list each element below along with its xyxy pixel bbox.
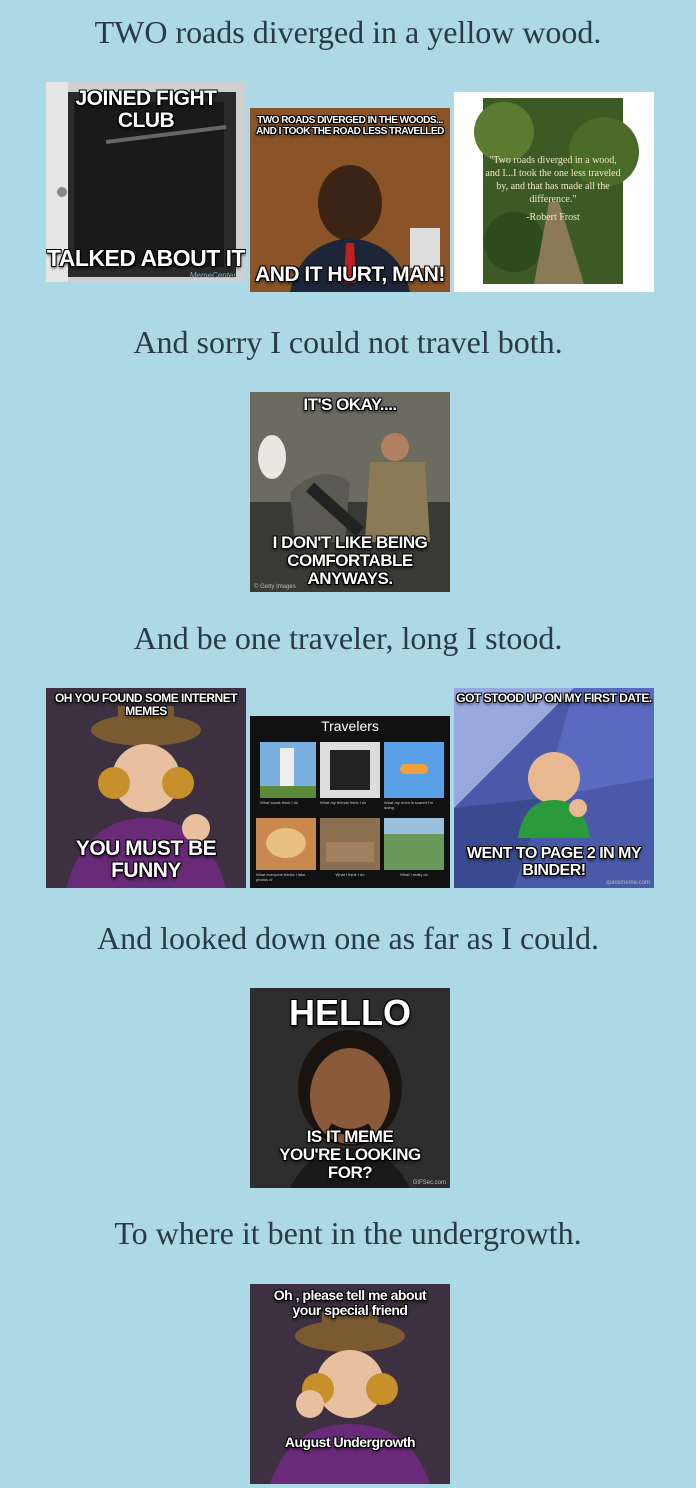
watermark: © Getty Images — [254, 584, 296, 590]
wonka-meme[interactable]: OH YOU FOUND SOME INTERNET MEMES YOU MUS… — [46, 688, 246, 888]
meme-bottom-text: YOU MUST BE FUNNY — [75, 836, 217, 882]
quote-author: -Robert Frost — [526, 212, 580, 223]
travelers-meme[interactable]: Travelers What locals think I do What my… — [250, 716, 450, 888]
plane-meme[interactable]: IT'S OKAY.... I DON'T LIKE BEING COMFORT… — [250, 392, 450, 592]
poem-line-5: To where it bent in the undergrowth. — [114, 1215, 582, 1251]
poem-line-2: And sorry I could not travel both. — [133, 324, 563, 360]
panel-label: What I think I do — [335, 872, 365, 877]
travelers-title: Travelers — [321, 718, 379, 734]
travel-photo — [256, 818, 316, 870]
meme-top-text: HELLO — [289, 992, 411, 1033]
poem-line-4: And looked down one as far as I could. — [96, 920, 600, 956]
quote-text: "Two roads diverged in a wood, and I...I… — [485, 155, 621, 205]
kid-president-meme[interactable]: TWO ROADS DIVERGED IN THE WOODS... AND I… — [250, 108, 450, 292]
meme-top-text: OH YOU FOUND SOME INTERNET MEMES — [54, 691, 238, 718]
fight-club-meme[interactable]: JOINED FIGHT CLUB TALKED ABOUT IT MemeCe… — [46, 82, 246, 282]
meme-bottom-text: TALKED ABOUT IT — [46, 244, 246, 271]
meme-top-text: IT'S OKAY.... — [303, 395, 397, 414]
meme-bottom-text: I DON'T LIKE BEING COMFORTABLE ANYWAYS. — [272, 533, 428, 589]
travel-photo — [260, 742, 316, 798]
frost-quote-image[interactable]: "Two roads diverged in a wood, and I...I… — [454, 92, 654, 292]
travel-photo — [320, 818, 380, 870]
panel-label: What everyone thinks I take photos of — [256, 872, 306, 882]
panel-label: What my friends think I do — [320, 800, 367, 805]
meme-top-text: JOINED FIGHT CLUB — [75, 87, 217, 133]
meme-top-text: TWO ROADS DIVERGED IN THE WOODS... AND I… — [256, 115, 444, 137]
poem-line-1: TWO roads diverged in a yellow wood. — [94, 14, 602, 50]
watermark: quickmeme.com — [606, 880, 650, 886]
meme-bottom-text: AND IT HURT, MAN! — [255, 262, 445, 286]
watermark: GIFSec.com — [412, 1180, 446, 1186]
meme-bottom-text: WENT TO PAGE 2 IN MY BINDER! — [466, 845, 642, 880]
watermark: MemeCenter — [189, 271, 236, 280]
success-kid-meme[interactable]: GOT STOOD UP ON MY FIRST DATE. WENT TO P… — [454, 688, 654, 888]
meme-bottom-text: IS IT MEME YOU'RE LOOKING FOR? — [279, 1127, 421, 1183]
hello-meme[interactable]: HELLO IS IT MEME YOU'RE LOOKING FOR? GIF… — [250, 988, 450, 1188]
wonka-meme-2[interactable]: Oh , please tell me about your special f… — [250, 1284, 450, 1484]
meme-top-text: Oh , please tell me about your special f… — [273, 1287, 427, 1318]
travel-photo — [384, 818, 444, 870]
panel-label: What locals think I do — [260, 800, 299, 805]
travel-photo — [384, 742, 444, 798]
panel-label: What I really do — [400, 872, 428, 877]
poem-line-3: And be one traveler, long I stood. — [133, 620, 563, 656]
meme-bottom-text: August Undergrowth — [284, 1434, 416, 1451]
travel-photo — [320, 742, 380, 798]
panel-label: What my mom is scared I'm doing — [384, 800, 434, 810]
meme-top-text: GOT STOOD UP ON MY FIRST DATE. — [456, 691, 652, 705]
